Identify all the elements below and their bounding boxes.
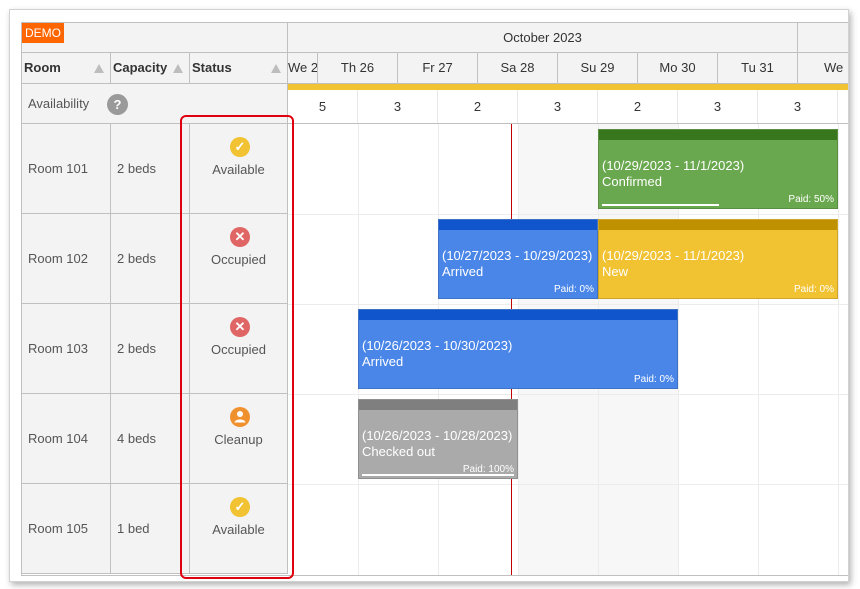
- day-header: Sa 28: [478, 53, 558, 84]
- room-name-cell[interactable]: Room 103: [22, 304, 111, 394]
- reservation-paid: Paid: 0%: [633, 374, 674, 385]
- availability-count: 3: [358, 90, 438, 124]
- room-name-cell[interactable]: Room 102: [22, 214, 111, 304]
- reservation-dates: (10/29/2023 - 11/1/2023): [602, 158, 745, 173]
- help-icon[interactable]: ?: [107, 94, 128, 115]
- sort-ascending-icon[interactable]: [94, 64, 104, 73]
- reservation-status-bar: [359, 400, 517, 410]
- reservation-state: Arrived: [362, 354, 404, 369]
- reservation-paid: Paid: 100%: [462, 464, 514, 475]
- reservation-block[interactable]: (10/27/2023 - 10/29/2023) Arrived Paid: …: [438, 219, 598, 299]
- availability-count: 2: [598, 90, 678, 124]
- room-capacity-cell: 4 beds: [111, 394, 190, 484]
- month-header: October 2023: [288, 23, 798, 53]
- column-header-capacity-label: Capacity: [113, 60, 168, 75]
- reservation-dates: (10/29/2023 - 11/1/2023): [602, 248, 745, 263]
- reservation-block[interactable]: (10/26/2023 - 10/28/2023) Checked out Pa…: [358, 399, 518, 479]
- sort-ascending-icon[interactable]: [271, 64, 281, 73]
- reservation-status-bar: [359, 310, 677, 320]
- paid-progress-bar: [602, 204, 719, 206]
- reservation-state: Confirmed: [602, 174, 662, 189]
- availability-count: 3: [678, 90, 758, 124]
- availability-count: 2: [438, 90, 518, 124]
- grid-line: [838, 124, 839, 575]
- reservation-dates: (10/27/2023 - 10/29/2023): [442, 248, 593, 263]
- day-header: We 25: [288, 53, 318, 84]
- reservation-block[interactable]: (10/29/2023 - 11/1/2023) New Paid: 0%: [598, 219, 838, 299]
- reservation-text: (10/26/2023 - 10/28/2023) Checked out: [362, 428, 512, 460]
- reservation-text: (10/26/2023 - 10/30/2023) Arrived: [362, 338, 512, 370]
- reservation-text: (10/29/2023 - 11/1/2023) Confirmed: [602, 158, 744, 190]
- day-header: We: [798, 53, 848, 84]
- day-header: Th 26: [318, 53, 398, 84]
- room-capacity-cell: 2 beds: [111, 304, 190, 394]
- reservation-paid: Paid: 0%: [553, 284, 594, 295]
- day-header: Fr 27: [398, 53, 478, 84]
- day-header: Mo 30: [638, 53, 718, 84]
- room-name-cell[interactable]: Room 101: [22, 124, 111, 214]
- reservation-state: Arrived: [442, 264, 484, 279]
- day-header: Su 29: [558, 53, 638, 84]
- room-capacity-cell: 2 beds: [111, 124, 190, 214]
- room-capacity-cell: 2 beds: [111, 214, 190, 304]
- availability-count: 3: [758, 90, 838, 124]
- reservation-block[interactable]: (10/26/2023 - 10/30/2023) Arrived Paid: …: [358, 309, 678, 389]
- reservation-state: New: [602, 264, 629, 279]
- room-capacity-cell: 1 bed: [111, 484, 190, 574]
- reservation-state: Checked out: [362, 444, 435, 459]
- availability-count: 5: [288, 90, 358, 124]
- reservation-dates: (10/26/2023 - 10/30/2023): [362, 338, 513, 353]
- reservation-paid: Paid: 0%: [793, 284, 834, 295]
- reservation-status-bar: [599, 130, 837, 140]
- reservation-text: (10/29/2023 - 11/1/2023) New: [602, 248, 744, 280]
- availability-count: 3: [518, 90, 598, 124]
- status-column-highlight: [180, 115, 294, 579]
- reservation-paid: Paid: 50%: [788, 194, 834, 205]
- reservation-status-bar: [599, 220, 837, 230]
- column-header-status[interactable]: Status: [190, 53, 288, 84]
- column-header-room-label: Room: [24, 60, 61, 75]
- demo-badge: DEMO: [22, 23, 64, 43]
- scheduler: DEMO Room Capacity Status Availability ?…: [21, 22, 848, 576]
- reservation-dates: (10/26/2023 - 10/28/2023): [362, 428, 513, 443]
- room-name-cell[interactable]: Room 104: [22, 394, 111, 484]
- reservation-block[interactable]: (10/29/2023 - 11/1/2023) Confirmed Paid:…: [598, 129, 838, 209]
- day-header: Tu 31: [718, 53, 798, 84]
- column-header-status-label: Status: [192, 60, 232, 75]
- sort-ascending-icon[interactable]: [173, 64, 183, 73]
- grid-line: [288, 394, 848, 395]
- month-header-next: [798, 23, 848, 53]
- room-name-cell[interactable]: Room 105: [22, 484, 111, 574]
- grid-line: [288, 484, 848, 485]
- column-header-room[interactable]: Room: [22, 53, 111, 84]
- grid-line: [288, 304, 848, 305]
- reservation-status-bar: [439, 220, 597, 230]
- grid-line: [288, 214, 848, 215]
- reservation-text: (10/27/2023 - 10/29/2023) Arrived: [442, 248, 592, 280]
- availability-label: Availability: [28, 96, 90, 111]
- column-header-capacity[interactable]: Capacity: [111, 53, 190, 84]
